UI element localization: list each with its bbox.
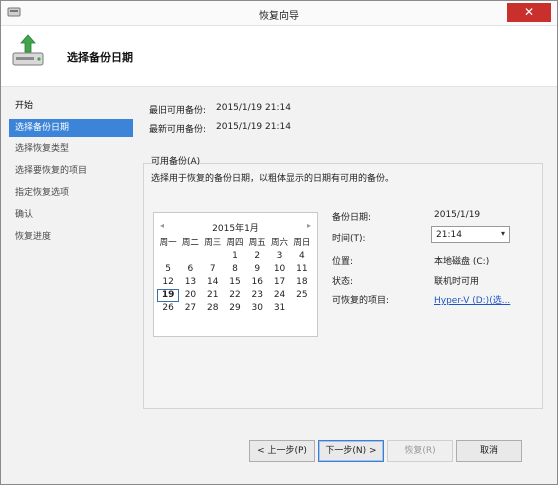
- calendar-next-month-icon[interactable]: ▸: [307, 221, 311, 230]
- calendar-day[interactable]: 23: [246, 289, 268, 302]
- window-title: 恢复向导: [259, 11, 299, 22]
- nav-item-start[interactable]: 开始: [9, 97, 133, 115]
- calendar-day-selected[interactable]: 19: [157, 289, 180, 302]
- calendar-day[interactable]: 29: [224, 302, 246, 315]
- newest-backup-value: 2015/1/19 21:14: [216, 122, 291, 132]
- status-label: 状态:: [332, 277, 354, 287]
- location-value: 本地磁盘 (C:): [434, 257, 490, 267]
- newest-backup-label: 最新可用备份:: [149, 125, 207, 135]
- back-button[interactable]: < 上一步(P): [249, 440, 315, 462]
- status-value: 联机时可用: [434, 277, 480, 287]
- weekday-label: 周三: [204, 238, 222, 248]
- time-select[interactable]: 21:14 ▾: [431, 226, 510, 243]
- available-backups-description: 选择用于恢复的备份日期，以粗体显示的日期有可用的备份。: [151, 174, 395, 184]
- calendar-day[interactable]: 25: [291, 289, 313, 302]
- calendar-day[interactable]: [157, 250, 179, 263]
- calendar-day[interactable]: 20: [179, 289, 201, 302]
- calendar-day[interactable]: 14: [202, 276, 224, 289]
- title-bar: 恢复向导 ✕: [1, 1, 557, 26]
- weekday-label: 周五: [248, 238, 266, 248]
- calendar-day[interactable]: 16: [246, 276, 268, 289]
- calendar-day[interactable]: 10: [268, 263, 290, 276]
- wizard-steps-nav: 开始 选择备份日期 选择恢复类型 选择要恢复的项目 指定恢复选项 确认 恢复进度: [1, 87, 135, 387]
- chevron-down-icon[interactable]: ▾: [501, 229, 505, 238]
- calendar-day[interactable]: [202, 250, 224, 263]
- calendar-grid: 周一 周二 周三 周四 周五 周六 周日 1 2 3 4 5 6 7 8 9 1…: [157, 237, 313, 315]
- nav-item-select-items[interactable]: 选择要恢复的项目: [9, 162, 133, 180]
- recoverable-items-link[interactable]: Hyper-V (D:)(选...: [434, 293, 510, 306]
- calendar-day[interactable]: 17: [268, 276, 290, 289]
- nav-item-confirm[interactable]: 确认: [9, 206, 133, 224]
- weekday-label: 周日: [293, 238, 311, 248]
- weekday-label: 周六: [271, 238, 289, 248]
- calendar-day[interactable]: 18: [291, 276, 313, 289]
- calendar-week-row: 1 2 3 4: [157, 250, 313, 263]
- location-label: 位置:: [332, 257, 354, 267]
- calendar-day[interactable]: 4: [291, 250, 313, 263]
- cancel-button[interactable]: 取消: [456, 440, 522, 462]
- weekday-label: 周四: [226, 238, 244, 248]
- weekday-label: 周二: [181, 238, 199, 248]
- calendar-day[interactable]: 13: [179, 276, 201, 289]
- weekday-label: 周一: [159, 238, 177, 248]
- calendar-day[interactable]: 27: [179, 302, 201, 315]
- nav-item-select-recovery-type[interactable]: 选择恢复类型: [9, 140, 133, 158]
- oldest-backup-value: 2015/1/19 21:14: [216, 103, 291, 113]
- next-button[interactable]: 下一步(N) >: [318, 440, 384, 462]
- calendar-day[interactable]: 15: [224, 276, 246, 289]
- calendar-day[interactable]: [291, 302, 313, 315]
- nav-item-select-backup-date[interactable]: 选择备份日期: [9, 119, 133, 137]
- calendar-day[interactable]: [179, 250, 201, 263]
- calendar-week-row: 19 20 21 22 23 24 25: [157, 289, 313, 302]
- restore-drive-icon: [12, 34, 44, 66]
- time-select-value: 21:14: [436, 230, 462, 240]
- nav-item-progress[interactable]: 恢复进度: [9, 228, 133, 246]
- calendar-month-title: 2015年1月: [212, 224, 259, 234]
- calendar-day[interactable]: 6: [179, 263, 201, 276]
- calendar-day[interactable]: 7: [202, 263, 224, 276]
- calendar-day[interactable]: 24: [268, 289, 290, 302]
- calendar-day[interactable]: 31: [268, 302, 290, 315]
- calendar-day[interactable]: 12: [157, 276, 179, 289]
- calendar-day[interactable]: 2: [246, 250, 268, 263]
- wizard-header: 选择备份日期: [1, 26, 557, 87]
- backup-date-value: 2015/1/19: [434, 210, 481, 220]
- calendar-week-row: 26 27 28 29 30 31: [157, 302, 313, 315]
- calendar-day[interactable]: 22: [224, 289, 246, 302]
- calendar-day[interactable]: 5: [157, 263, 179, 276]
- time-label: 时间(T):: [332, 234, 366, 244]
- calendar-day[interactable]: 3: [268, 250, 290, 263]
- recover-button[interactable]: 恢复(R): [387, 440, 453, 462]
- available-backups-label: 可用备份(A): [151, 157, 201, 167]
- oldest-backup-label: 最旧可用备份:: [149, 106, 207, 116]
- calendar-day[interactable]: 1: [224, 250, 246, 263]
- calendar-weekday-row: 周一 周二 周三 周四 周五 周六 周日: [157, 237, 313, 250]
- calendar-day[interactable]: 26: [157, 302, 179, 315]
- calendar-day[interactable]: 9: [246, 263, 268, 276]
- calendar-day[interactable]: 28: [202, 302, 224, 315]
- calendar-day[interactable]: 30: [246, 302, 268, 315]
- page-title: 选择备份日期: [67, 51, 133, 64]
- nav-item-recovery-options[interactable]: 指定恢复选项: [9, 184, 133, 202]
- backup-calendar[interactable]: ◂ 2015年1月 ▸ 周一 周二 周三 周四 周五 周六 周日 1 2 3 4: [153, 212, 318, 337]
- recovery-wizard-window: 恢复向导 ✕ 选择备份日期 开始 选择备份日期 选择恢复类型 选择要恢复的项目 …: [0, 0, 558, 485]
- calendar-week-row: 5 6 7 8 9 10 11: [157, 263, 313, 276]
- calendar-week-row: 12 13 14 15 16 17 18: [157, 276, 313, 289]
- calendar-day[interactable]: 8: [224, 263, 246, 276]
- recoverable-items-label: 可恢复的项目:: [332, 296, 390, 306]
- backup-date-label: 备份日期:: [332, 213, 372, 223]
- calendar-day[interactable]: 21: [202, 289, 224, 302]
- calendar-day[interactable]: 11: [291, 263, 313, 276]
- close-button[interactable]: ✕: [507, 3, 551, 22]
